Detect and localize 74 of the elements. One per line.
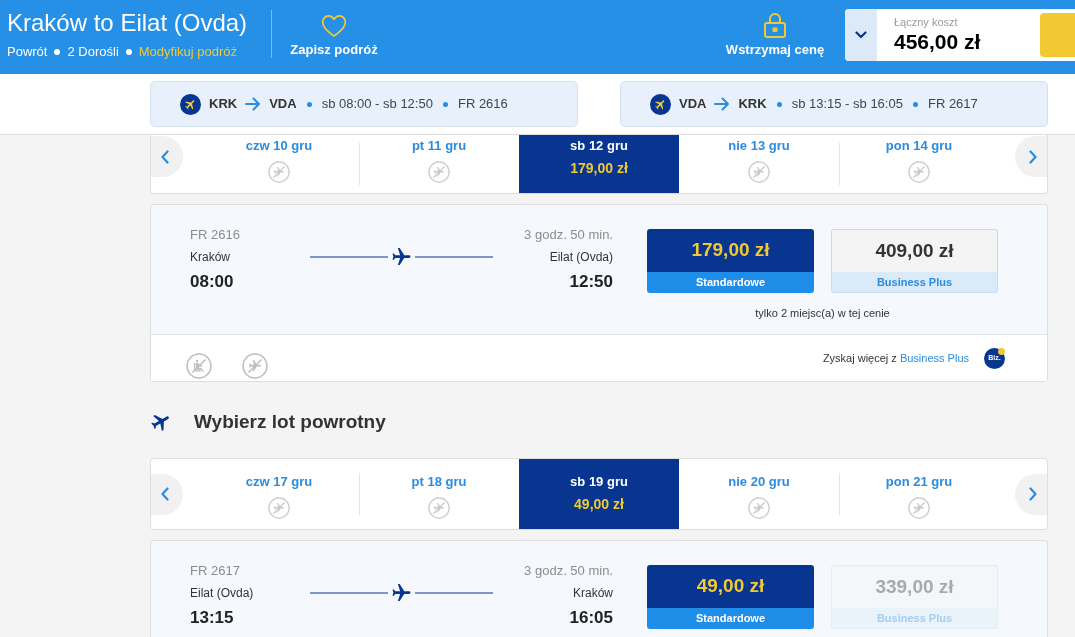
flight-duration: 3 godz. 50 min. [524, 563, 613, 579]
trip-detail: 2 Dorośli [67, 44, 119, 60]
bullet-icon [442, 101, 448, 107]
flight-number: FR 2617 [190, 563, 240, 579]
date-tab[interactable]: pt 18 gru [359, 459, 519, 529]
plane-crossed-icon [908, 497, 930, 519]
flight-times: sb 13:15 - sb 16:05 [791, 95, 903, 114]
upsell-text: Zyskaj więcej z Business Plus [822, 351, 969, 365]
next-dates-button[interactable] [1015, 473, 1047, 515]
airport-code: KRK [738, 95, 767, 114]
plane-icon [650, 93, 671, 115]
arrow-right-icon [714, 97, 731, 111]
plane-icon [180, 93, 201, 115]
section-heading: Wybierz lot powrotny [194, 410, 386, 434]
departure-time: 13:15 [190, 607, 234, 629]
total-cost-amount: 456,00 zł [894, 29, 982, 55]
plane-crossed-icon [268, 497, 290, 519]
chevron-right-icon [1029, 487, 1037, 501]
date-tab[interactable]: sb 12 gru 179,00 zł [519, 135, 679, 193]
bullet-icon [776, 101, 782, 107]
page-title: Kraków to Eilat (Ovda) [7, 8, 249, 38]
flight-number: FR 2616 [457, 95, 508, 114]
total-cost-label: Łączny koszt [894, 16, 959, 29]
date-tab[interactable]: pon 14 gru [839, 135, 999, 193]
lock-icon [763, 11, 787, 39]
plane-crossed-icon [268, 161, 290, 183]
bullet-icon [54, 49, 61, 55]
seats-left-note: tylko 2 miejsc(a) w tej cenie [755, 306, 890, 320]
airport-code: VDA [679, 95, 707, 114]
previous-dates-button[interactable] [151, 473, 183, 515]
arrival-time: 12:50 [569, 271, 613, 293]
heart-icon [321, 14, 347, 38]
plane-crossed-icon [748, 161, 770, 183]
chevron-down-icon [855, 31, 867, 39]
save-trip-button[interactable]: Zapisz podróż [286, 0, 382, 58]
seat-crossed-icon [186, 353, 212, 379]
flight-number: FR 2617 [927, 95, 978, 114]
expand-price-button[interactable] [845, 9, 877, 61]
flight-number: FR 2616 [190, 227, 240, 243]
plane-crossed-icon [428, 497, 450, 519]
chevron-right-icon [1029, 149, 1037, 164]
business-plus-link[interactable]: Business Plus [899, 352, 969, 364]
date-tab[interactable]: pt 11 gru [359, 135, 519, 193]
plane-crossed-icon [242, 353, 268, 379]
airport-code: VDA [269, 95, 297, 114]
plane-crossed-icon [428, 161, 450, 183]
chevron-left-icon [161, 149, 169, 164]
modify-trip-link[interactable]: Modyfikuj podróż [138, 44, 238, 60]
plane-crossed-icon [748, 497, 770, 519]
next-dates-button[interactable] [1015, 136, 1047, 177]
bullet-icon [125, 49, 132, 55]
arrival-time: 16:05 [569, 607, 613, 629]
date-tab[interactable]: nie 20 gru [679, 459, 839, 529]
flight-duration: 3 godz. 50 min. [524, 227, 613, 243]
date-tab[interactable]: czw 17 gru [199, 459, 359, 529]
arrival-airport: Kraków [573, 585, 613, 601]
chevron-left-icon [161, 487, 169, 501]
bullet-icon [912, 101, 918, 107]
arrow-right-icon [245, 97, 262, 111]
airport-code: KRK [209, 95, 238, 114]
bullet-icon [306, 101, 312, 107]
departure-airport: Eilat (Ovda) [190, 585, 254, 601]
flight-times: sb 08:00 - sb 12:50 [321, 95, 433, 114]
departure-time: 08:00 [190, 271, 234, 293]
date-tab[interactable]: sb 19 gru 49,00 zł [519, 459, 679, 529]
departure-airport: Kraków [190, 249, 230, 265]
date-tab[interactable]: czw 10 gru [199, 135, 359, 193]
date-tab[interactable]: pon 21 gru [839, 459, 999, 529]
arrival-airport: Eilat (Ovda) [549, 249, 613, 265]
hold-price-button[interactable]: Wstrzymaj cenę [721, 0, 829, 58]
date-tab[interactable]: nie 13 gru [679, 135, 839, 193]
previous-dates-button[interactable] [151, 136, 183, 177]
trip-detail: Powrót [7, 44, 48, 60]
plane-crossed-icon [908, 161, 930, 183]
